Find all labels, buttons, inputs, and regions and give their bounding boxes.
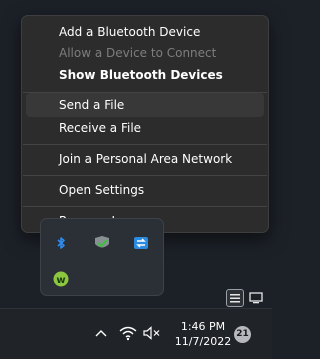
- notification-badge[interactable]: 21: [234, 326, 251, 343]
- network-sync-icon[interactable]: [133, 235, 149, 251]
- security-shield-icon[interactable]: [93, 235, 109, 251]
- speaker-muted-icon[interactable]: [142, 325, 162, 343]
- menu-separator: [23, 175, 267, 176]
- taskbar-clock[interactable]: 1:46 PM 11/7/2022: [172, 319, 234, 349]
- svg-text:w: w: [56, 275, 65, 286]
- bluetooth-icon[interactable]: [53, 235, 69, 251]
- bluetooth-context-menu: Add a Bluetooth Device Allow a Device to…: [21, 15, 269, 233]
- webroot-icon[interactable]: w: [53, 271, 69, 287]
- menu-item-show-bluetooth-devices[interactable]: Show Bluetooth Devices: [26, 63, 264, 87]
- menu-item-open-settings[interactable]: Open Settings: [26, 178, 264, 202]
- hidden-icons-flyout: w: [40, 218, 164, 296]
- menu-item-allow-device-to-connect: Allow a Device to Connect: [59, 46, 217, 60]
- menu-item-send-file[interactable]: Send a File: [26, 93, 264, 117]
- menu-item-join-personal-area-network[interactable]: Join a Personal Area Network: [26, 147, 264, 171]
- clock-date: 11/7/2022: [174, 335, 232, 348]
- menu-item-receive-file[interactable]: Receive a File: [26, 116, 264, 140]
- clock-time: 1:46 PM: [180, 320, 226, 333]
- menu-separator: [23, 206, 267, 207]
- wifi-icon[interactable]: [118, 325, 138, 343]
- taskbar: 1:46 PM 11/7/2022 21: [0, 308, 272, 359]
- chevron-up-icon[interactable]: [93, 325, 113, 343]
- pinned-tray-button[interactable]: [226, 289, 244, 307]
- display-icon[interactable]: [247, 289, 265, 307]
- menu-separator: [23, 144, 267, 145]
